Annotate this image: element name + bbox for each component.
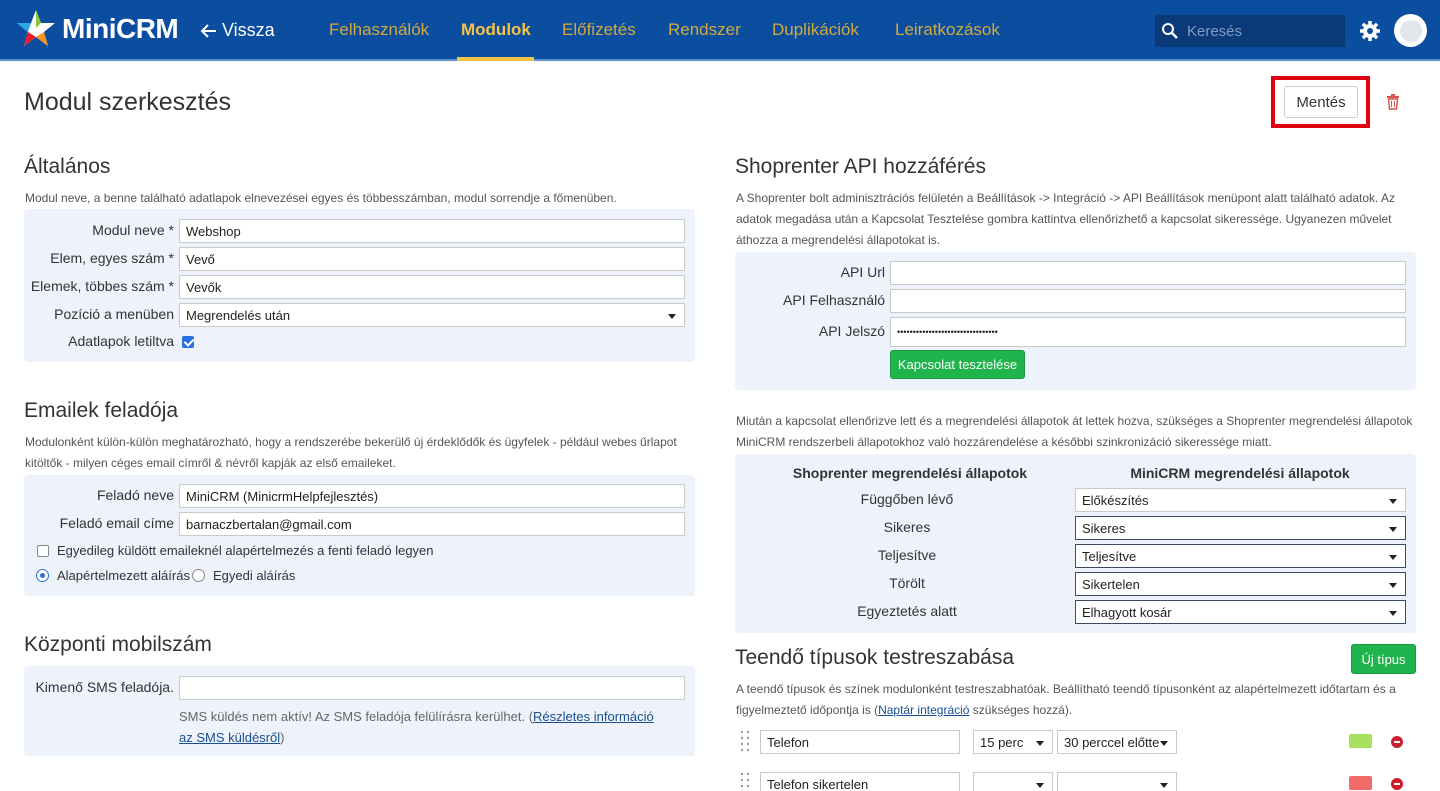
drag-handle-icon[interactable] — [740, 729, 750, 753]
calendar-integration-link[interactable]: Naptár integráció — [878, 703, 969, 717]
general-section-title: Általános — [24, 155, 111, 178]
task-type-duration-select[interactable] — [973, 772, 1053, 791]
sender-name-input[interactable]: MiniCRM (MinicrmHelpfejlesztés) — [179, 484, 685, 508]
sms-note-prefix: SMS küldés nem aktív! Az SMS feladója fe… — [179, 709, 534, 724]
task-types-description-prefix: figyelmeztető időpontja is ( — [736, 703, 879, 717]
module-name-label: Modul neve * — [92, 222, 174, 238]
task-type-duration-select[interactable]: 15 perc — [973, 730, 1053, 754]
minicrm-status-select-1[interactable]: Előkészítés — [1075, 488, 1406, 512]
task-type-reminder-select[interactable] — [1057, 772, 1177, 791]
singular-label: Elem, egyes szám * — [50, 250, 174, 266]
task-type-color-swatch[interactable] — [1349, 776, 1372, 790]
status-mapping-description-1: Miután a kapcsolat ellenőrizve lett és a… — [736, 414, 1413, 428]
sms-sender-input[interactable] — [179, 676, 685, 700]
gear-icon[interactable] — [1359, 20, 1381, 42]
status-mapping-description-2: MiniCRM rendszerbeli állapotokhoz való h… — [736, 435, 1272, 449]
tab-duplikaciok[interactable]: Duplikációk — [772, 20, 859, 40]
tab-leiratkozasok[interactable]: Leiratkozások — [895, 20, 1000, 40]
email-sender-description-1: Modulonként külön-külön meghatározható, … — [25, 435, 677, 449]
mobile-section-title: Központi mobilszám — [24, 633, 212, 656]
shoprenter-status-header: Shoprenter megrendelési állapotok — [792, 465, 1028, 481]
general-description: Modul neve, a benne található adatlapok … — [25, 191, 617, 205]
sms-note-suffix: ) — [280, 730, 285, 745]
remove-task-type-icon[interactable] — [1391, 778, 1403, 790]
records-disabled-checkbox[interactable] — [182, 336, 194, 348]
menu-position-select[interactable]: Megrendelés után — [179, 303, 685, 327]
shoprenter-status-3: Teljesítve — [877, 547, 937, 563]
brand-name[interactable]: MiniCRM — [62, 13, 179, 45]
task-types-description-suffix: szükséges hozzá). — [969, 703, 1073, 717]
tab-felhasznalok[interactable]: Felhasználók — [329, 20, 429, 40]
new-task-type-button[interactable]: Új típus — [1351, 644, 1416, 674]
minicrm-logo-icon[interactable] — [14, 8, 58, 50]
task-type-reminder-select[interactable]: 30 perccel előtte — [1057, 730, 1177, 754]
tab-rendszer[interactable]: Rendszer — [668, 20, 741, 40]
search-icon — [1162, 23, 1178, 39]
api-password-label: API Jelszó — [818, 323, 885, 339]
shoprenter-section-title: Shoprenter API hozzáférés — [735, 155, 986, 178]
tab-elofizetes[interactable]: Előfizetés — [562, 20, 636, 40]
email-sender-section-title: Emailek feladója — [24, 399, 179, 422]
task-type-name-input[interactable]: Telefon sikertelen — [760, 772, 960, 791]
shoprenter-status-5: Egyeztetés alatt — [857, 603, 957, 619]
top-navigation-bar: MiniCRM Vissza Felhasználók Modulok Előf… — [0, 0, 1440, 61]
sms-sender-label: Kimenő SMS feladója. — [35, 679, 174, 695]
task-type-name-input[interactable]: Telefon — [760, 730, 960, 754]
drag-handle-icon[interactable] — [740, 771, 750, 791]
plural-label: Elemek, többes szám * — [30, 278, 174, 294]
trash-icon[interactable] — [1386, 94, 1400, 110]
minicrm-status-select-3[interactable]: Teljesítve — [1075, 544, 1406, 568]
api-password-input[interactable]: •••••••••••••••••••••••••••••••• — [890, 317, 1406, 347]
minicrm-status-select-5[interactable]: Elhagyott kosár — [1075, 600, 1406, 624]
shoprenter-description-3: áthozza a megrendelési állapotokat is. — [736, 233, 941, 247]
active-tab-indicator — [457, 57, 534, 61]
sms-info-link-2[interactable]: az SMS küldésről — [179, 730, 280, 745]
email-sender-description-2: kitöltők - milyen céges email címről & n… — [25, 456, 396, 470]
singular-input[interactable]: Vevő — [179, 247, 685, 271]
shoprenter-status-2: Sikeres — [883, 519, 931, 535]
custom-signature-label: Egyedi aláírás — [213, 568, 296, 583]
default-signature-label: Alapértelmezett aláírás — [57, 568, 190, 583]
module-name-input[interactable]: Webshop — [179, 219, 685, 243]
page-title: Modul szerkesztés — [24, 88, 232, 116]
search-box — [1155, 15, 1345, 47]
tab-modulok[interactable]: Modulok — [461, 20, 531, 40]
individual-default-label: Egyedileg küldött emaileknél alapértelme… — [57, 543, 434, 558]
task-type-color-swatch[interactable] — [1349, 734, 1372, 748]
shoprenter-status-4: Törölt — [889, 575, 925, 591]
custom-signature-radio[interactable] — [192, 569, 205, 582]
back-label: Vissza — [222, 20, 275, 40]
task-types-section-title: Teendő típusok testreszabása — [735, 646, 1015, 669]
sms-info-link-1[interactable]: Részletes információ — [533, 709, 654, 724]
shoprenter-description-2: adatok megadása után a Kapcsolat Tesztel… — [736, 212, 1392, 226]
api-url-label: API Url — [840, 264, 885, 280]
default-signature-radio[interactable] — [36, 569, 49, 582]
shoprenter-status-1: Függőben lévő — [860, 491, 954, 507]
sender-name-label: Feladó neve — [96, 487, 174, 503]
back-link[interactable]: Vissza — [200, 20, 275, 41]
task-types-description-1: A teendő típusok és színek modulonként t… — [736, 682, 1396, 696]
menu-position-label: Pozíció a menüben — [54, 306, 174, 322]
search-input[interactable] — [1187, 22, 1337, 40]
api-user-label: API Felhasználó — [783, 292, 885, 308]
test-connection-button[interactable]: Kapcsolat tesztelése — [890, 350, 1025, 379]
arrow-left-icon — [200, 23, 216, 38]
avatar-image — [1399, 19, 1422, 42]
save-button[interactable]: Mentés — [1284, 86, 1358, 118]
minicrm-status-select-2[interactable]: Sikeres — [1075, 516, 1406, 540]
minicrm-status-select-4[interactable]: Sikertelen — [1075, 572, 1406, 596]
plural-input[interactable]: Vevők — [179, 275, 685, 299]
individual-default-checkbox[interactable] — [37, 545, 49, 557]
sender-email-label: Feladó email címe — [59, 515, 174, 531]
shoprenter-description-1: A Shoprenter bolt adminisztrációs felüle… — [736, 191, 1396, 205]
task-types-description-2: figyelmeztető időpontja is (Naptár integ… — [736, 700, 1072, 721]
sms-note: SMS küldés nem aktív! Az SMS feladója fe… — [179, 706, 679, 748]
records-disabled-label: Adatlapok letiltva — [68, 333, 174, 349]
remove-task-type-icon[interactable] — [1391, 736, 1403, 748]
minicrm-status-header: MiniCRM megrendelési állapotok — [1130, 465, 1350, 481]
sender-email-input[interactable]: barnaczbertalan@gmail.com — [179, 512, 685, 536]
api-user-input[interactable] — [890, 289, 1406, 313]
user-avatar[interactable] — [1394, 14, 1427, 47]
api-url-input[interactable] — [890, 261, 1406, 285]
